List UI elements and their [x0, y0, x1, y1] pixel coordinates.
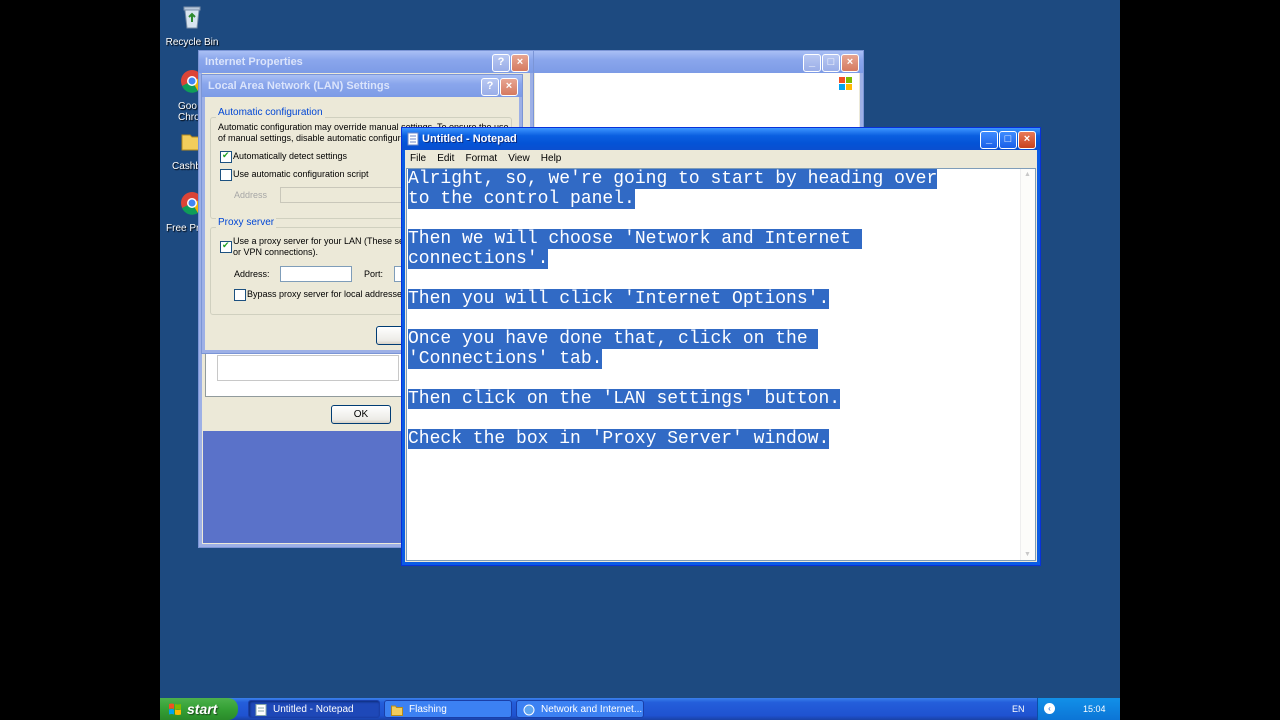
selected-text: connections'.: [408, 249, 549, 269]
desktop: Recycle Bin Goo Chro Cashb Free Pr _ □ ×: [160, 0, 1120, 720]
notepad-line: [408, 309, 1028, 329]
network-icon: [523, 704, 535, 716]
windows-logo-icon: [839, 77, 853, 91]
start-button[interactable]: start: [160, 698, 238, 720]
menu-file[interactable]: File: [406, 150, 430, 168]
maximize-button[interactable]: □: [999, 131, 1017, 149]
start-label: start: [187, 701, 218, 717]
clock[interactable]: 15:04: [1083, 698, 1106, 720]
notepad-text-area[interactable]: Alright, so, we're going to start by hea…: [406, 168, 1036, 561]
notepad-line: [408, 409, 1028, 429]
notepad-text: Alright, so, we're going to start by hea…: [408, 169, 1028, 449]
notepad-line: Then you will click 'Internet Options'.: [408, 289, 1028, 309]
menu-format[interactable]: Format: [461, 150, 501, 168]
notepad-line: Then click on the 'LAN settings' button.: [408, 389, 1028, 409]
notepad-icon: [255, 704, 267, 716]
menu-help[interactable]: Help: [537, 150, 566, 168]
script-address-label: Address: [234, 190, 268, 200]
notepad-line: Once you have done that, click on the: [408, 329, 1028, 349]
notepad-line: Check the box in 'Proxy Server' window.: [408, 429, 1028, 449]
close-button[interactable]: ×: [511, 54, 529, 72]
desktop-icon-label: Recycle Bin: [165, 37, 219, 48]
folder-icon: [391, 705, 403, 716]
proxy-server-label: Proxy server: [216, 217, 277, 228]
notepad-line: [408, 209, 1028, 229]
notepad-line: 'Connections' tab.: [408, 349, 1028, 369]
auto-config-label: Automatic configuration: [216, 107, 325, 118]
selected-text: Then you will click 'Internet Options'.: [408, 289, 830, 309]
notepad-window[interactable]: Untitled - Notepad _ □ × File Edit Forma…: [401, 127, 1041, 566]
selected-text: Once you have done that, click on the: [408, 329, 819, 349]
use-script-label: Use automatic configuration script: [233, 169, 369, 179]
language-indicator[interactable]: EN: [1012, 698, 1025, 720]
bypass-local-label: Bypass proxy server for local addresses: [247, 289, 407, 299]
port-label: Port:: [364, 269, 384, 279]
use-proxy-checkbox[interactable]: [220, 240, 232, 253]
notepad-line: Alright, so, we're going to start by hea…: [408, 169, 1028, 189]
tray-arrow-icon[interactable]: ‹: [1044, 703, 1055, 714]
minimize-button[interactable]: _: [803, 54, 821, 72]
proxy-address-input[interactable]: [280, 266, 352, 282]
close-button[interactable]: ×: [500, 78, 518, 96]
taskbar-item-flashing[interactable]: Flashing: [384, 700, 512, 718]
selected-text: Then click on the 'LAN settings' button.: [408, 389, 841, 409]
selected-text: Alright, so, we're going to start by hea…: [408, 169, 938, 189]
internet-properties-title[interactable]: Internet Properties: [199, 51, 533, 73]
selected-text: Check the box in 'Proxy Server' window.: [408, 429, 830, 449]
maximize-button[interactable]: □: [822, 54, 840, 72]
notepad-menubar: File Edit Format View Help: [406, 150, 1036, 168]
windows-flag-icon: [169, 703, 181, 715]
bypass-local-checkbox[interactable]: [234, 289, 246, 301]
notepad-line: Then we will choose 'Network and Interne…: [408, 229, 1028, 249]
properties-panel-inner: [217, 355, 399, 381]
notepad-line: [408, 269, 1028, 289]
menu-view[interactable]: View: [504, 150, 534, 168]
desktop-icon-recycle-bin[interactable]: Recycle Bin: [160, 4, 224, 48]
properties-lower-area: [203, 431, 403, 543]
close-button[interactable]: ×: [1018, 131, 1036, 149]
notepad-titlebar[interactable]: Untitled - Notepad: [402, 128, 1040, 150]
selected-text: Then we will choose 'Network and Interne…: [408, 229, 862, 249]
recycle-bin-icon: [183, 6, 201, 29]
help-button[interactable]: ?: [481, 78, 499, 96]
lan-settings-title[interactable]: Local Area Network (LAN) Settings: [202, 75, 522, 97]
taskbar-item-label: Untitled - Notepad: [273, 704, 354, 715]
system-tray: ‹ 15:04: [1037, 698, 1120, 720]
notepad-line: [408, 369, 1028, 389]
vertical-scrollbar[interactable]: [1020, 169, 1035, 560]
auto-detect-label: Automatically detect settings: [233, 151, 348, 161]
ok-button[interactable]: OK: [331, 405, 391, 424]
taskbar-item-label: Flashing: [409, 704, 447, 715]
selected-text: to the control panel.: [408, 189, 635, 209]
auto-detect-checkbox[interactable]: [220, 150, 232, 163]
menu-edit[interactable]: Edit: [433, 150, 458, 168]
notepad-line: to the control panel.: [408, 189, 1028, 209]
proxy-address-label: Address:: [234, 269, 270, 279]
selected-text: 'Connections' tab.: [408, 349, 603, 369]
use-script-checkbox[interactable]: [220, 169, 232, 181]
taskbar-item-notepad[interactable]: Untitled - Notepad: [248, 700, 380, 718]
taskbar-item-label: Network and Internet...: [541, 704, 643, 715]
notepad-icon: [407, 132, 419, 146]
help-button[interactable]: ?: [492, 54, 510, 72]
notepad-title: Untitled - Notepad: [422, 133, 517, 145]
taskbar: start Untitled - Notepad Flashing Networ…: [160, 698, 1120, 720]
notepad-line: connections'.: [408, 249, 1028, 269]
minimize-button[interactable]: _: [980, 131, 998, 149]
taskbar-item-network[interactable]: Network and Internet...: [516, 700, 644, 718]
close-button[interactable]: ×: [841, 54, 859, 72]
